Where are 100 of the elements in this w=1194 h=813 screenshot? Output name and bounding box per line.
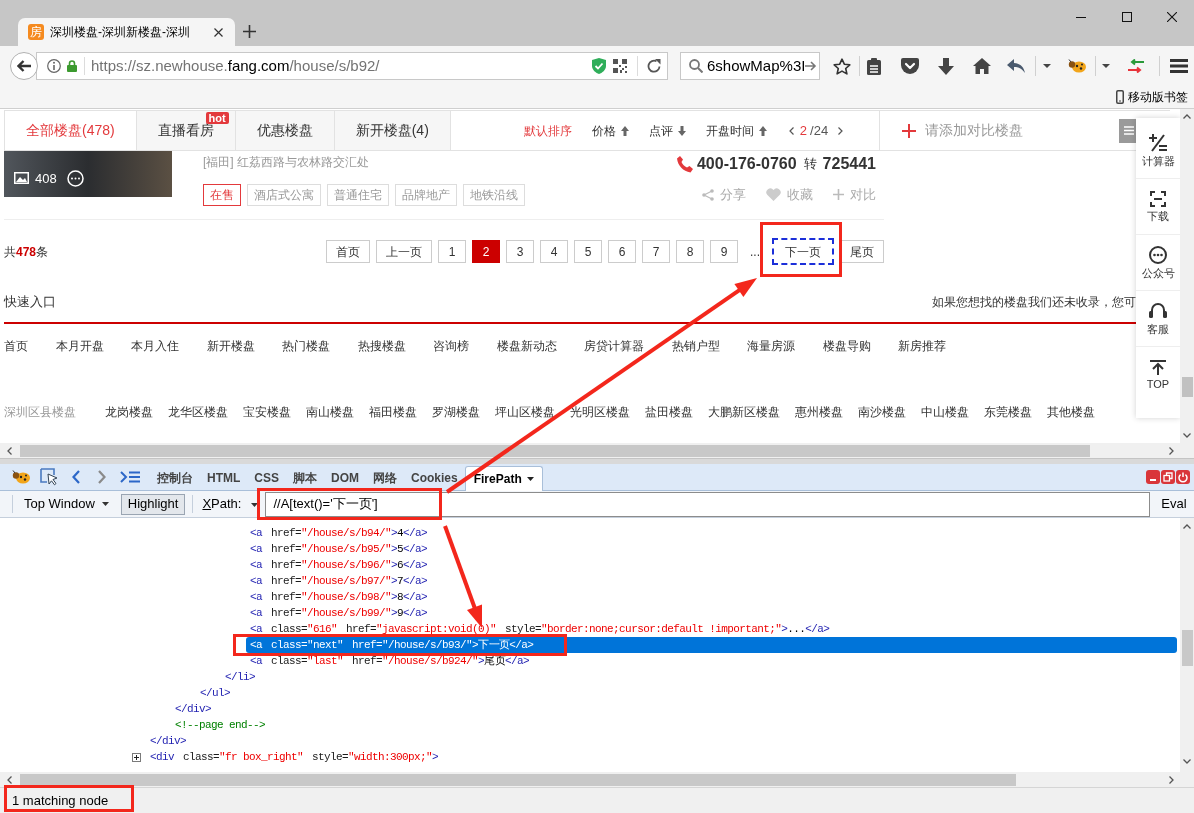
sync-arrows-icon[interactable] bbox=[1128, 59, 1144, 73]
inspect-icon[interactable] bbox=[40, 468, 58, 486]
browser-tab[interactable]: 房 深圳楼盘-深圳新楼盘-深圳 bbox=[18, 18, 235, 46]
qr-code-icon[interactable] bbox=[613, 59, 627, 73]
quick-link[interactable]: 新房推荐 bbox=[898, 339, 946, 353]
district-link[interactable]: 南山楼盘 bbox=[306, 405, 354, 419]
arrow-right-icon[interactable] bbox=[805, 61, 818, 71]
scroll-left-icon[interactable] bbox=[7, 446, 12, 455]
devtools-tab[interactable]: CSS bbox=[247, 466, 286, 490]
chevron-right-icon[interactable] bbox=[838, 126, 844, 135]
page-button[interactable]: 下一页 bbox=[772, 238, 834, 265]
code-line[interactable]: </ul> bbox=[200, 684, 230, 702]
download-icon[interactable] bbox=[938, 57, 954, 75]
side-tool-button[interactable]: TOP bbox=[1136, 347, 1180, 403]
code-line[interactable]: <a href="/house/s/b94/">4</a> bbox=[250, 524, 428, 542]
code-line[interactable]: </div> bbox=[175, 700, 211, 718]
scrollbar-thumb[interactable] bbox=[1181, 377, 1193, 397]
scroll-up-icon[interactable] bbox=[1183, 114, 1191, 119]
quick-link[interactable]: 新开楼盘 bbox=[206, 339, 255, 353]
quick-link[interactable]: 海量房源 bbox=[747, 339, 795, 353]
star-icon[interactable] bbox=[833, 57, 851, 75]
district-link[interactable]: 南沙楼盘 bbox=[858, 405, 906, 419]
bug-icon[interactable] bbox=[1068, 59, 1086, 73]
scroll-right-icon[interactable] bbox=[1169, 775, 1174, 784]
district-link[interactable]: 中山楼盘 bbox=[921, 405, 969, 419]
district-link[interactable]: 盐田楼盘 bbox=[645, 405, 693, 419]
district-link[interactable]: 坪山区楼盘 bbox=[495, 405, 555, 419]
plus-icon[interactable] bbox=[901, 123, 916, 138]
highlight-button[interactable]: Highlight bbox=[120, 493, 186, 515]
xpath-menu[interactable]: XPath: bbox=[202, 494, 259, 514]
minimize-icon[interactable] bbox=[1076, 16, 1086, 18]
chevron-left-icon[interactable] bbox=[788, 126, 794, 135]
nav-tab[interactable]: 直播看房 hot bbox=[136, 111, 236, 150]
quick-link[interactable]: 本月开盘 bbox=[55, 339, 104, 353]
compare-toggle-button[interactable] bbox=[1119, 118, 1136, 143]
sort-option[interactable]: 点评 bbox=[648, 121, 686, 140]
command-line-icon[interactable] bbox=[120, 471, 140, 483]
page-button[interactable]: 6 bbox=[608, 240, 636, 263]
district-link[interactable]: 东莞楼盘 bbox=[984, 405, 1032, 419]
address-field[interactable]: https://sz.newhouse.fang.com/house/s/b92/ bbox=[36, 52, 668, 80]
page-button[interactable]: 上一页 bbox=[376, 240, 432, 263]
home-icon[interactable] bbox=[973, 58, 991, 74]
expand-toggle-icon[interactable] bbox=[132, 752, 141, 762]
nav-tab[interactable]: 优惠楼盘 bbox=[235, 111, 335, 150]
back-button[interactable] bbox=[10, 52, 38, 80]
devtools-tab[interactable]: 脚本 bbox=[286, 466, 324, 490]
undo-icon[interactable] bbox=[1007, 59, 1025, 73]
caret-down-icon[interactable] bbox=[1043, 64, 1051, 68]
devtools-tab[interactable]: 网络 bbox=[366, 466, 404, 490]
district-link[interactable]: 福田楼盘 bbox=[369, 405, 417, 419]
page-button[interactable]: 3 bbox=[506, 240, 534, 263]
code-line[interactable]: <!--page end--> bbox=[175, 716, 266, 734]
bookmark-item[interactable]: 移动版书签 bbox=[1116, 88, 1188, 106]
page-button[interactable]: 7 bbox=[642, 240, 670, 263]
maximize-icon[interactable] bbox=[1122, 12, 1132, 22]
reload-icon[interactable] bbox=[647, 59, 661, 73]
code-line[interactable]: <a href="/house/s/b99/">9</a> bbox=[250, 604, 428, 622]
devtools-tab[interactable]: 控制台 bbox=[150, 466, 200, 490]
close-icon[interactable] bbox=[214, 27, 223, 37]
quick-link[interactable]: 热门楼盘 bbox=[282, 339, 330, 353]
quick-link[interactable]: 房贷计算器 bbox=[584, 339, 644, 353]
chevron-left-icon[interactable] bbox=[72, 470, 80, 484]
code-line[interactable]: </li> bbox=[225, 668, 255, 686]
sort-option[interactable]: 开盘时间 bbox=[705, 121, 767, 140]
page-button[interactable]: 1 bbox=[438, 240, 466, 263]
district-link[interactable]: 宝安楼盘 bbox=[243, 405, 291, 419]
page-button[interactable]: 尾页 bbox=[840, 240, 884, 263]
quick-link[interactable]: 首页 bbox=[4, 339, 28, 353]
shield-icon[interactable] bbox=[592, 58, 606, 74]
scroll-left-icon[interactable] bbox=[7, 775, 12, 784]
district-link[interactable]: 光明区楼盘 bbox=[570, 405, 630, 419]
close-icon[interactable] bbox=[1167, 12, 1177, 22]
page-button[interactable]: 9 bbox=[710, 240, 738, 263]
district-link[interactable]: 罗湖楼盘 bbox=[432, 405, 480, 419]
scroll-down-icon[interactable] bbox=[1183, 759, 1191, 764]
scroll-down-icon[interactable] bbox=[1183, 433, 1191, 438]
devtools-tab[interactable]: HTML bbox=[200, 466, 248, 490]
page-button[interactable]: 4 bbox=[540, 240, 568, 263]
page-button[interactable]: 首页 bbox=[326, 240, 370, 263]
devtools-tab[interactable]: FirePath bbox=[464, 466, 543, 491]
code-line[interactable]: <a class="last" href="/house/s/b924/">尾页</a> bbox=[250, 652, 529, 670]
page-button[interactable]: 5 bbox=[574, 240, 602, 263]
code-line[interactable]: <a class="616" href="javascript:void(0)" style="border:none;cursor:default !important;">...</a> bbox=[250, 620, 830, 638]
nav-tab[interactable]: 全部楼盘(478) bbox=[4, 111, 137, 150]
code-line[interactable]: <div class="fr box_right" style="width:300px;"> bbox=[150, 748, 439, 766]
district-link[interactable]: 龙岗楼盘 bbox=[105, 405, 153, 419]
code-line[interactable]: <a href="/house/s/b95/">5</a> bbox=[250, 540, 428, 558]
plus-icon[interactable] bbox=[243, 25, 256, 38]
quick-link[interactable]: 咨询榜 bbox=[433, 339, 469, 353]
scrollbar-thumb[interactable] bbox=[20, 444, 1090, 457]
scrollbar-thumb[interactable] bbox=[20, 773, 1016, 786]
devtools-tab[interactable]: Cookies bbox=[404, 466, 465, 490]
info-icon[interactable] bbox=[47, 59, 61, 73]
nav-tab[interactable]: 新开楼盘(4) bbox=[334, 111, 451, 150]
code-line[interactable]: <a href="/house/s/b98/">8</a> bbox=[250, 588, 428, 606]
district-link[interactable]: 其他楼盘 bbox=[1047, 405, 1095, 419]
pocket-icon[interactable] bbox=[901, 58, 919, 74]
page-button[interactable]: 8 bbox=[676, 240, 704, 263]
quick-link[interactable]: 楼盘导购 bbox=[822, 339, 871, 353]
restore-icon[interactable] bbox=[1161, 470, 1175, 484]
